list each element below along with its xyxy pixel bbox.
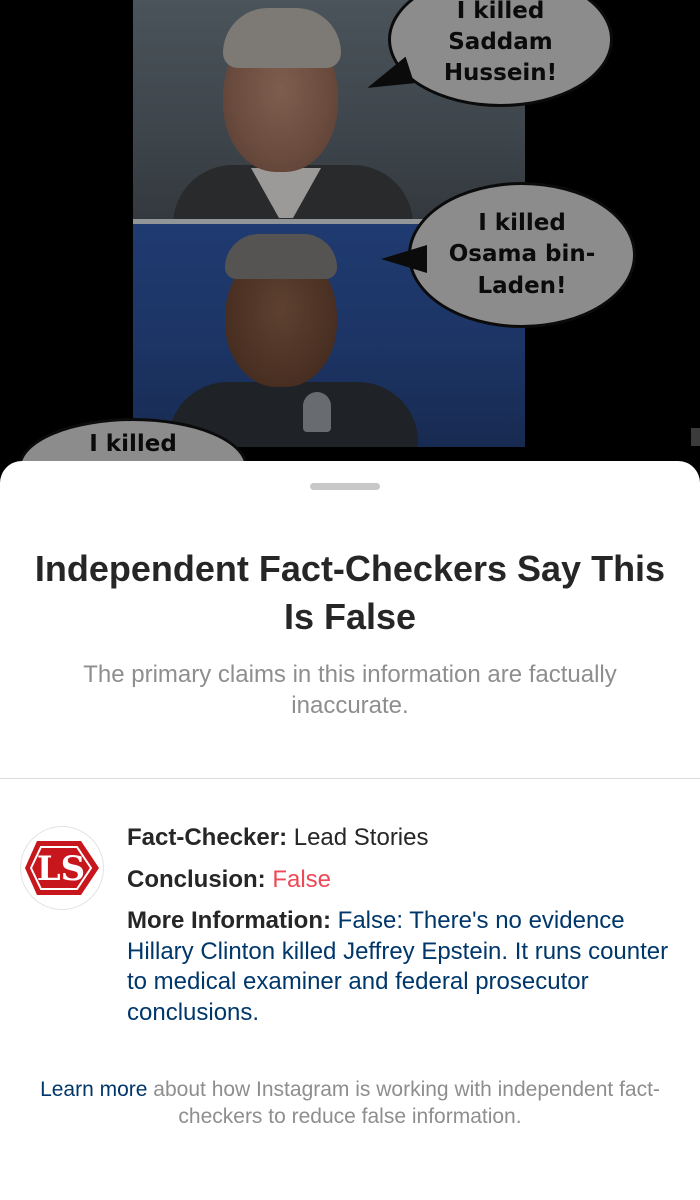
lead-stories-logo: LS: [20, 826, 104, 910]
footer-text: about how Instagram is working with inde…: [147, 1078, 660, 1128]
sheet-title: Independent Fact-Checkers Say This Is Fa…: [34, 548, 666, 637]
conclusion-value: False: [272, 865, 332, 893]
image-dim-overlay[interactable]: [0, 0, 700, 480]
more-info-row: More Information: False: There's no evid…: [127, 906, 672, 1028]
sheet-grabber[interactable]: [310, 483, 380, 490]
more-info-label: More Information:: [127, 907, 331, 934]
learn-more-link[interactable]: Learn more: [40, 1078, 147, 1101]
checker-row: Fact-Checker: Lead Stories: [127, 823, 672, 854]
checker-value: Lead Stories: [293, 824, 429, 851]
conclusion-label: Conclusion:: [127, 865, 266, 893]
fact-check-sheet: Independent Fact-Checkers Say This Is Fa…: [0, 461, 700, 1200]
footer-note: Learn more about how Instagram is workin…: [0, 1076, 700, 1130]
fact-check-details: Fact-Checker: Lead Stories Conclusion: F…: [127, 823, 672, 1039]
conclusion-row: Conclusion: False: [127, 865, 672, 896]
logo-text: LS: [37, 849, 85, 889]
checker-label: Fact-Checker:: [127, 824, 288, 851]
screen: I killed Saddam Hussein! I killed Osama …: [0, 0, 700, 1200]
post-image: I killed Saddam Hussein! I killed Osama …: [0, 0, 700, 518]
divider: [0, 778, 700, 779]
sheet-subtitle: The primary claims in this information a…: [83, 661, 617, 719]
image-edge: [691, 428, 700, 446]
